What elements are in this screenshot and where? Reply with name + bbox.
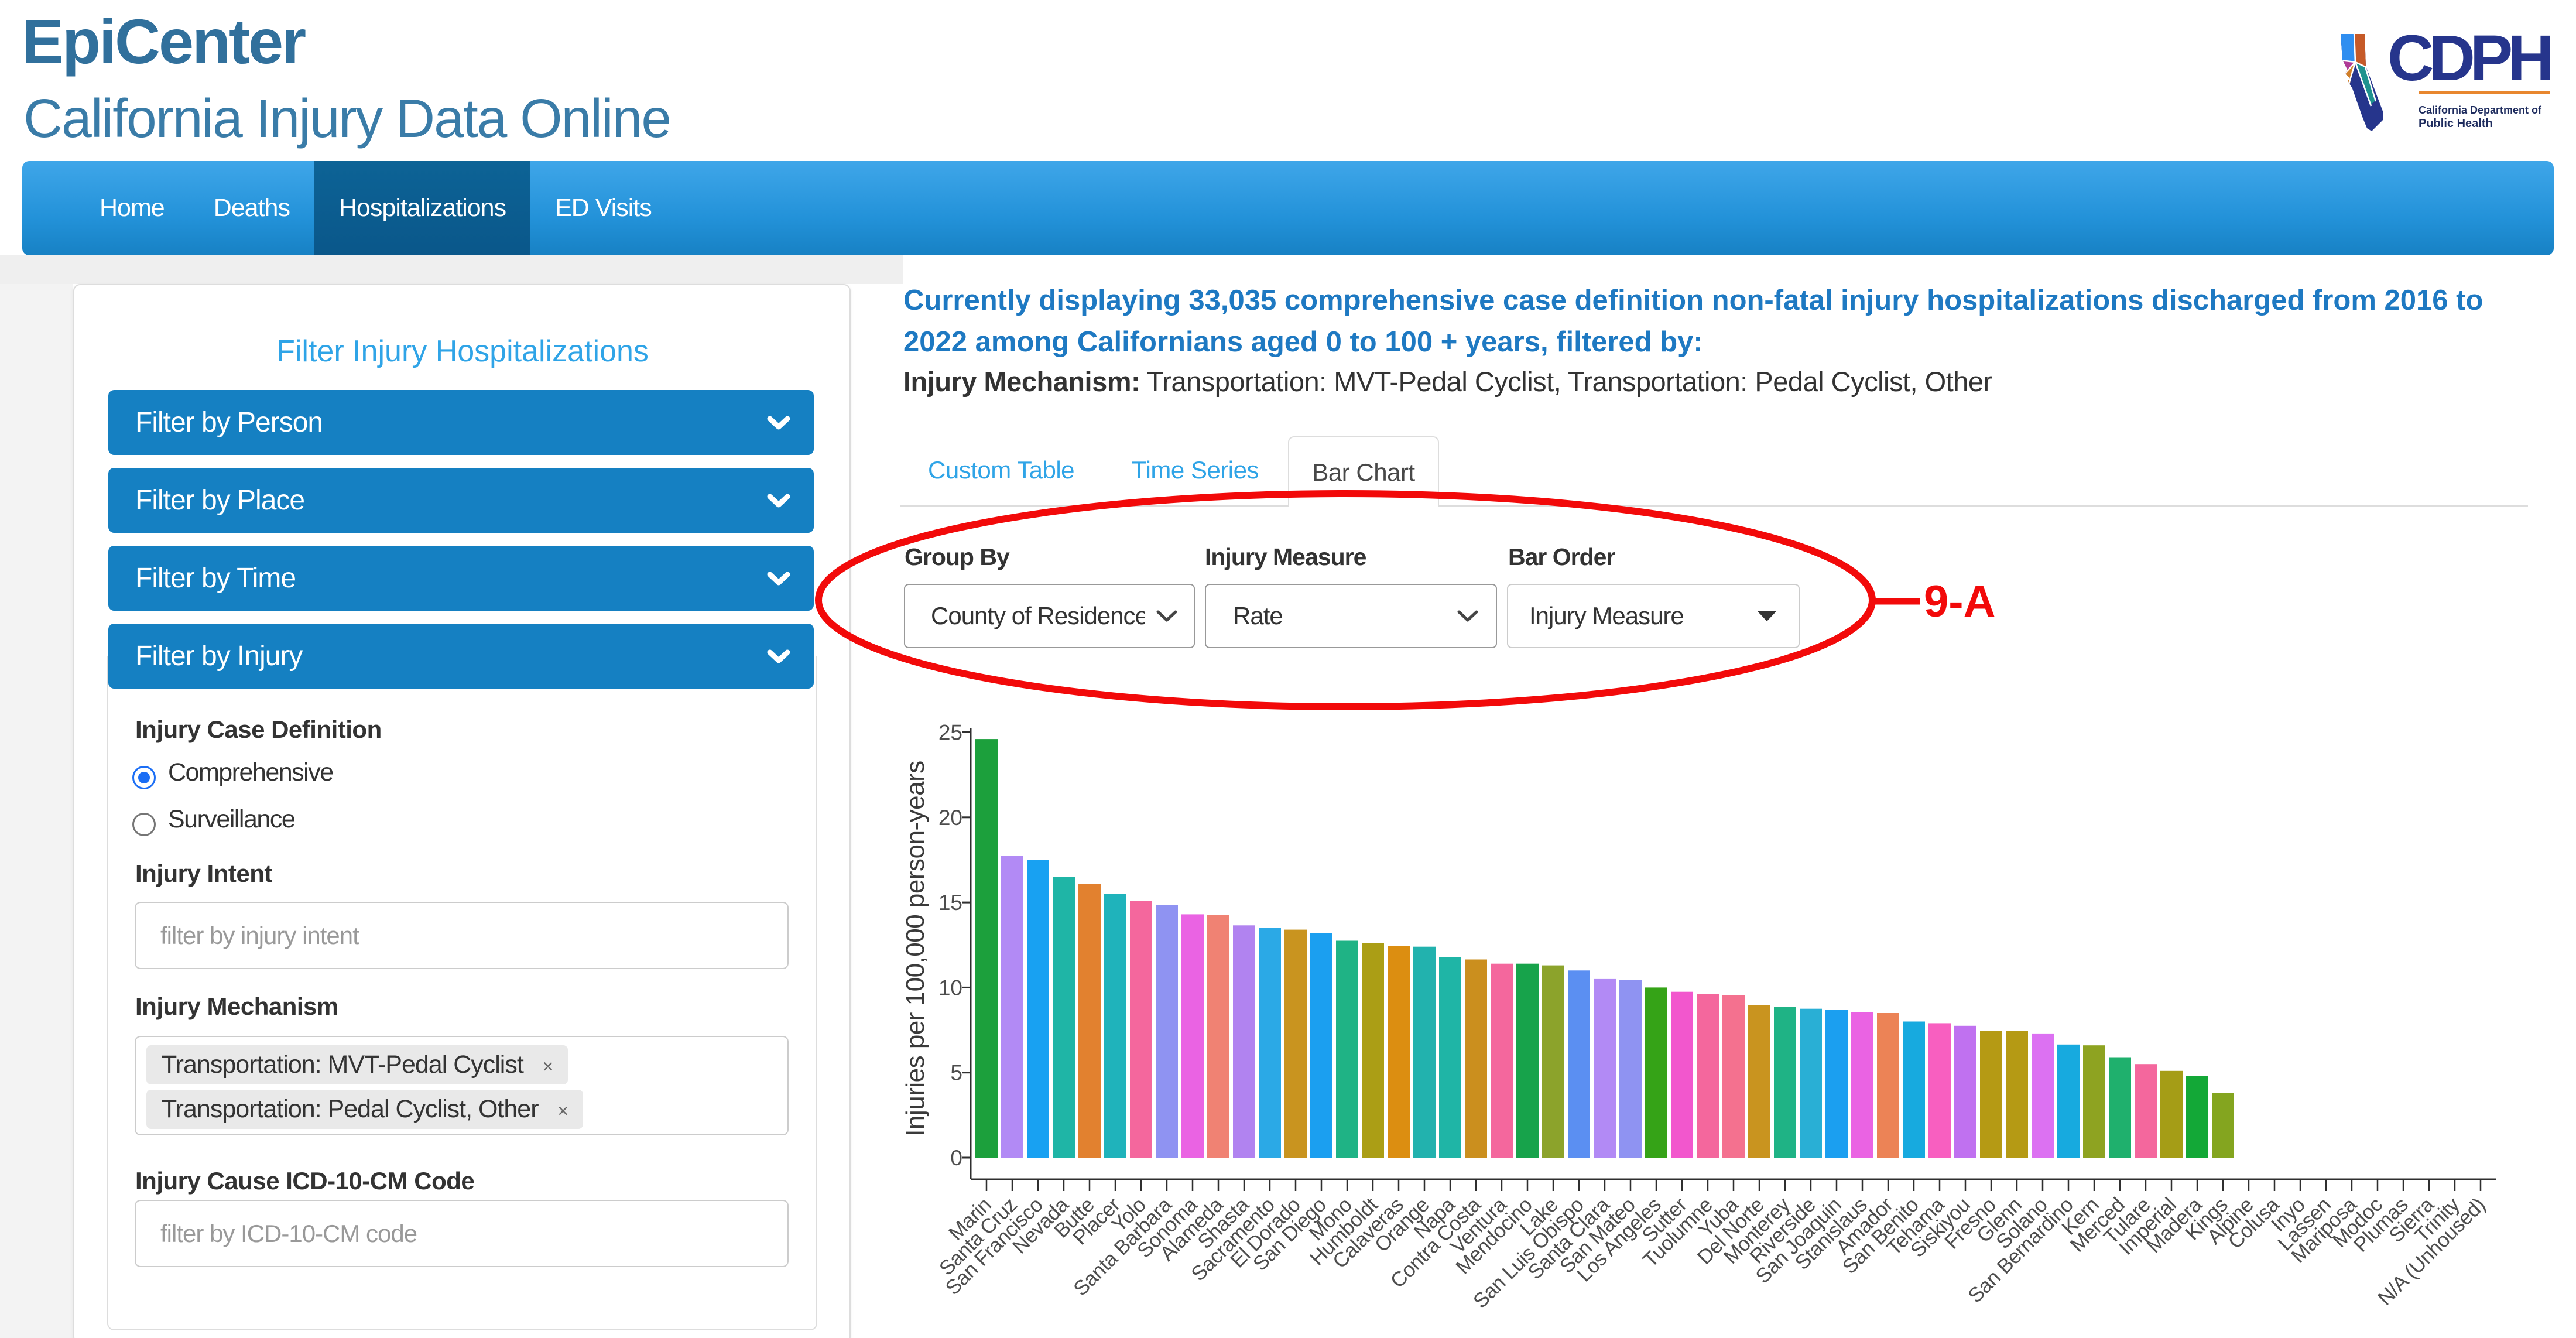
svg-text:25: 25 — [938, 721, 962, 745]
svg-text:20: 20 — [938, 806, 962, 830]
svg-text:10: 10 — [938, 976, 962, 1000]
svg-text:15: 15 — [938, 891, 962, 915]
svg-text:0: 0 — [950, 1146, 962, 1170]
svg-text:5: 5 — [950, 1061, 962, 1085]
svg-text:Injuries per 100,000 person-ye: Injuries per 100,000 person-years — [901, 761, 930, 1136]
